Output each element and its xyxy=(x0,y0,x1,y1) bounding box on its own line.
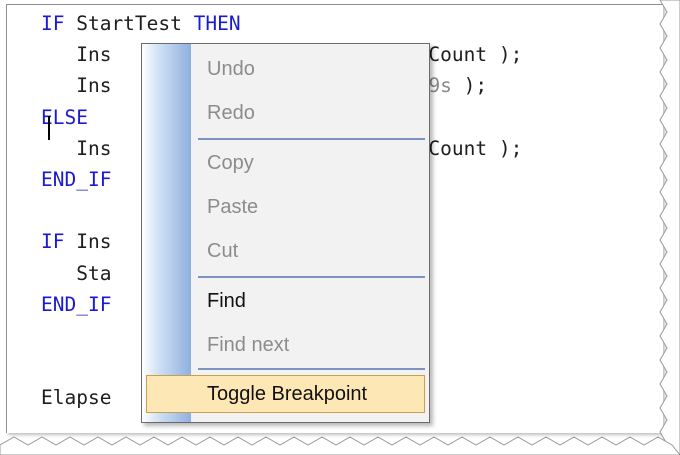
menu-item-find[interactable]: Find xyxy=(142,281,429,321)
menu-separator xyxy=(198,368,425,370)
code-text: Elapse xyxy=(41,386,112,410)
code-keyword: END_IF xyxy=(41,168,112,191)
menu-item-label: Copy xyxy=(207,152,254,174)
code-keyword: END_IF xyxy=(41,292,112,316)
code-text: StartTest xyxy=(64,12,194,35)
menu-item-label: Find xyxy=(207,290,246,312)
code-text: ); xyxy=(451,74,488,98)
context-menu: Undo Redo Copy Paste Cut Find Find next … xyxy=(141,43,430,423)
code-line[interactable]: END_IF xyxy=(41,290,111,320)
code-keyword: IF xyxy=(41,12,65,35)
torn-edge-bottom xyxy=(0,436,680,455)
menu-item-label: Redo xyxy=(207,102,255,124)
menu-separator xyxy=(198,138,425,140)
menu-item-find-next[interactable]: Find next xyxy=(142,325,429,365)
text-caret xyxy=(48,116,50,140)
code-line[interactable]: END_IF xyxy=(41,165,111,195)
menu-item-label: Undo xyxy=(207,58,255,80)
menu-item-label: Cut xyxy=(207,240,239,262)
code-text: Ins xyxy=(41,136,112,160)
code-line[interactable]: IF Ins xyxy=(41,227,111,257)
code-text: Ins xyxy=(64,230,112,254)
code-text: Ins xyxy=(41,74,112,98)
menu-item-label: Paste xyxy=(207,196,259,218)
torn-edge-right xyxy=(659,0,680,455)
menu-item-toggle-breakpoint[interactable]: Toggle Breakpoint xyxy=(146,375,425,413)
menu-separator xyxy=(198,276,425,278)
code-keyword: THEN xyxy=(193,12,241,35)
code-line[interactable]: Sta xyxy=(41,259,111,289)
menu-item-cut[interactable]: Cut xyxy=(142,231,429,271)
code-keyword: IF xyxy=(41,230,65,254)
menu-item-label: Find next xyxy=(207,334,290,356)
screenshot-stage: IF StartTest THEN Ins , TestCount ); Ins… xyxy=(0,0,680,455)
menu-item-copy[interactable]: Copy xyxy=(142,143,429,183)
code-line[interactable]: IF StartTest THEN xyxy=(41,9,241,39)
menu-item-paste[interactable]: Paste xyxy=(142,187,429,227)
code-text: Ins xyxy=(41,43,112,67)
menu-item-label: Toggle Breakpoint xyxy=(207,383,368,405)
code-text: Sta xyxy=(41,261,112,285)
menu-item-undo[interactable]: Undo xyxy=(142,49,429,89)
menu-item-redo[interactable]: Redo xyxy=(142,93,429,133)
